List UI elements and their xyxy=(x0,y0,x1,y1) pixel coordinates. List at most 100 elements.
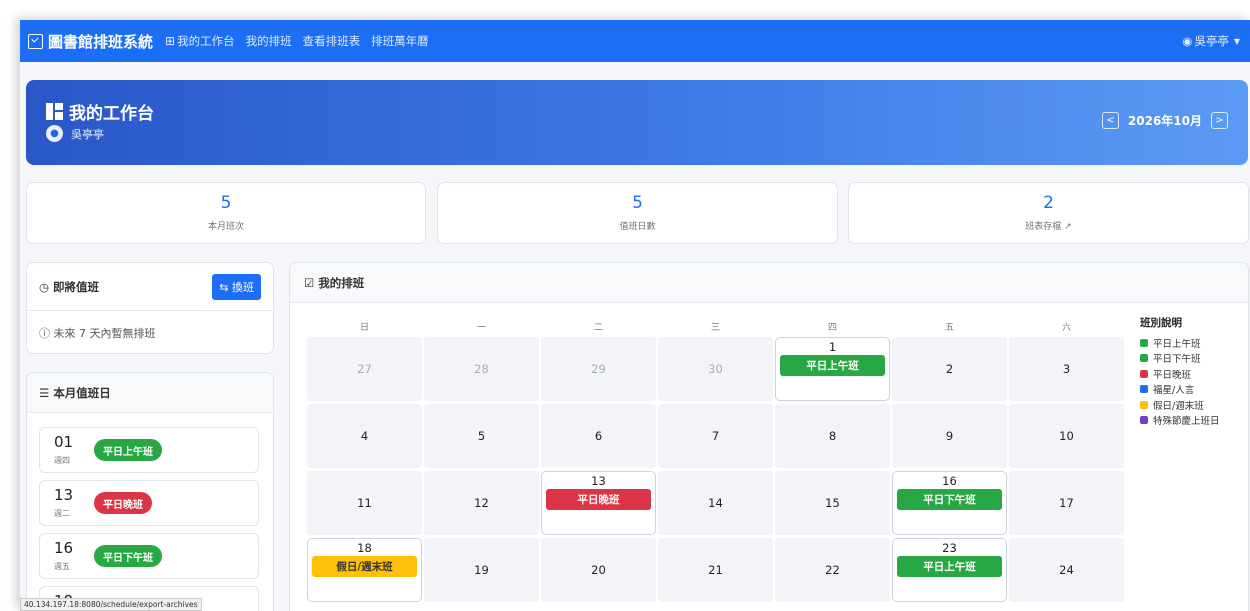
nav-link-perpetual-calendar[interactable]: 排班萬年曆 xyxy=(371,33,429,49)
duty-item[interactable]: 13 週二 平日晚班 xyxy=(39,480,259,526)
calendar-day[interactable]: 16 平日下午班 xyxy=(892,471,1007,535)
day-number: 22 xyxy=(825,563,840,577)
nav-link-view-schedule[interactable]: 查看排班表 xyxy=(303,33,361,49)
calendar-day[interactable]: 12 xyxy=(424,471,539,535)
stat-label: 本月班次 xyxy=(207,222,244,232)
calendar-day[interactable]: 11 xyxy=(307,471,422,535)
calendar-day[interactable]: 7 xyxy=(658,404,773,468)
current-user: ● 吳亭亭 xyxy=(46,125,104,142)
next-month-button[interactable]: > xyxy=(1211,112,1228,129)
shift-pill: 平日下午班 xyxy=(94,545,162,567)
duty-item[interactable]: 01 週四 平日上午班 xyxy=(39,427,259,473)
calendar-day[interactable]: 2 xyxy=(892,337,1007,401)
day-number: 6 xyxy=(594,429,603,443)
nav-link-label: 排班萬年曆 xyxy=(371,34,429,48)
day-number: 30 xyxy=(708,362,723,376)
duty-day: 13 xyxy=(54,486,74,504)
day-number: 2 xyxy=(945,362,954,376)
swap-icon: ⇆ xyxy=(219,280,229,294)
info-icon: ⓘ xyxy=(39,327,50,340)
legend-swatch xyxy=(1140,354,1148,363)
calendar-day[interactable]: 1 平日上午班 xyxy=(775,337,890,401)
weekday-header: 六 xyxy=(1061,323,1071,333)
calendar-day[interactable]: 29 xyxy=(541,337,656,401)
day-number: 21 xyxy=(708,563,723,577)
calendar-day[interactable]: 28 xyxy=(424,337,539,401)
calendar-day[interactable]: 19 xyxy=(424,538,539,602)
nav-link-workbench[interactable]: ⊞ 我的工作台 xyxy=(165,33,235,49)
calendar-day[interactable]: 27 xyxy=(307,337,422,401)
card-title: 我的排班 xyxy=(318,275,365,290)
swap-shift-button[interactable]: ⇆ 換班 xyxy=(212,273,261,300)
calendar-day[interactable]: 5 xyxy=(424,404,539,468)
card-header: ☑ 我的排班 xyxy=(290,263,1248,303)
shift-badge: 平日上午班 xyxy=(780,355,885,376)
calendar-day[interactable]: 6 xyxy=(541,404,656,468)
day-number: 3 xyxy=(1062,362,1071,376)
day-number: 20 xyxy=(591,563,606,577)
calendar-day[interactable]: 4 xyxy=(307,404,422,468)
calendar-day[interactable]: 23 平日上午班 xyxy=(892,538,1007,602)
legend-item: 福星/人言 xyxy=(1140,382,1220,398)
calendar-day[interactable]: 30 xyxy=(658,337,773,401)
legend-swatch xyxy=(1140,400,1148,409)
calendar-day[interactable]: 9 xyxy=(892,404,1007,468)
weekday-header: 三 xyxy=(710,323,720,333)
duty-weekday: 週二 xyxy=(54,509,70,518)
calendar-day[interactable]: 13 平日晚班 xyxy=(541,471,656,535)
calendar-day[interactable]: 14 xyxy=(658,471,773,535)
calendar-day[interactable]: 8 xyxy=(775,404,890,468)
calendar-day[interactable]: 3 xyxy=(1009,337,1124,401)
duty-day: 16 xyxy=(54,539,74,557)
shift-badge: 平日下午班 xyxy=(897,489,1002,510)
list-icon: ☰ xyxy=(39,385,50,400)
legend-swatch xyxy=(1140,385,1148,394)
duty-weekday: 週四 xyxy=(54,456,70,465)
chevron-left-icon: < xyxy=(1106,115,1115,126)
calendar-day[interactable]: 21 xyxy=(658,538,773,602)
duty-weekday: 週五 xyxy=(54,562,70,571)
calendar-day[interactable]: 22 xyxy=(775,538,890,602)
workbench-header: 我的工作台 ● 吳亭亭 < 2026年10月 > xyxy=(26,80,1248,165)
calendar-day[interactable]: 15 xyxy=(775,471,890,535)
calendar-day[interactable]: 20 xyxy=(541,538,656,602)
card-header: ◷ 即將值班 ⇆ 換班 xyxy=(27,263,273,311)
legend-label: 福星/人言 xyxy=(1153,385,1195,397)
day-number: 27 xyxy=(357,362,372,376)
weekday-header: 四 xyxy=(827,323,837,333)
calendar-day[interactable]: 24 xyxy=(1009,538,1124,602)
avatar-icon: ● xyxy=(46,125,63,142)
user-menu[interactable]: ◉ 吳亭亭 ▼ xyxy=(1182,33,1240,49)
day-number: 14 xyxy=(708,496,723,510)
shift-pill: 平日晚班 xyxy=(94,492,152,514)
user-circle-icon: ◉ xyxy=(1182,34,1193,48)
day-number: 15 xyxy=(825,496,840,510)
duty-item[interactable]: 16 週五 平日下午班 xyxy=(39,533,259,579)
prev-month-button[interactable]: < xyxy=(1101,112,1119,129)
month-duty-card: ☰ 本月值班日 01週四平日上午班13週二平日晚班16週五平日下午班18假日/週… xyxy=(26,372,274,611)
stat-schedule-archives[interactable]: 2 班表存檔 ↗ xyxy=(848,182,1249,244)
month-navigator: < 2026年10月 > xyxy=(1101,112,1228,129)
empty-note: ⓘ 未來 7 天內暫無排班 xyxy=(27,311,273,353)
legend-item: 平日晚班 xyxy=(1140,366,1220,382)
stat-value: 2 xyxy=(1043,193,1054,213)
day-number: 12 xyxy=(474,496,489,510)
calendar-day[interactable]: 17 xyxy=(1009,471,1124,535)
legend-swatch xyxy=(1140,369,1148,378)
legend-swatch xyxy=(1140,416,1148,425)
calendar-day[interactable]: 10 xyxy=(1009,404,1124,468)
nav-link-label: 我的排班 xyxy=(245,34,292,48)
link-status-bar: 40.134.197.18:8080/schedule/export-archi… xyxy=(20,598,202,611)
day-number: 10 xyxy=(1059,429,1074,443)
day-number: 9 xyxy=(945,429,954,443)
duty-day: 01 xyxy=(54,433,74,451)
brand[interactable]: 圖書館排班系統 xyxy=(28,31,153,52)
stat-value: 5 xyxy=(220,193,232,213)
dashboard-icon xyxy=(46,103,63,120)
calendar-check-icon: ☑ xyxy=(304,275,315,290)
day-number: 23 xyxy=(942,541,957,555)
legend-label: 平日晚班 xyxy=(1153,369,1192,381)
nav-link-my-schedule[interactable]: 我的排班 xyxy=(246,33,292,49)
stat-duty-days: 5 值班日數 xyxy=(437,182,838,244)
calendar-day[interactable]: 18 假日/週末班 xyxy=(307,538,422,602)
